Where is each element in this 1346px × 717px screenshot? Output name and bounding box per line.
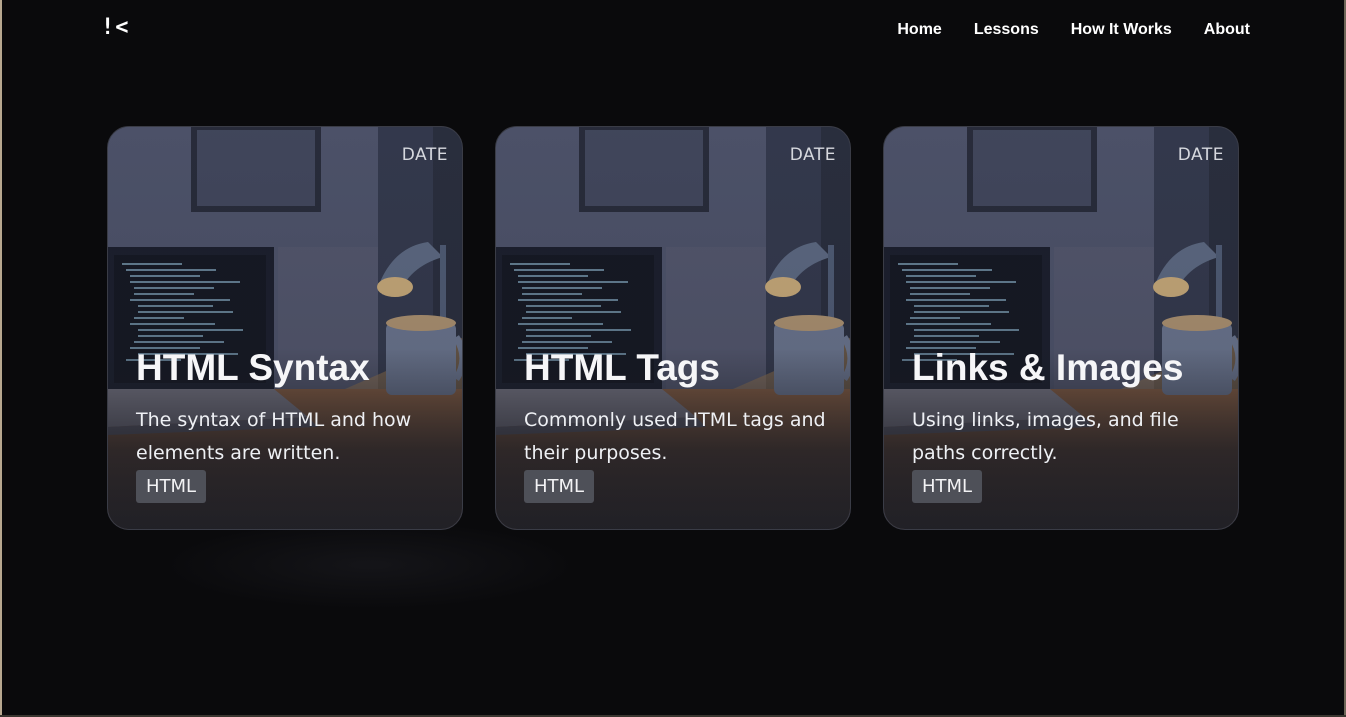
card-tag[interactable]: HTML xyxy=(912,470,983,503)
card-title: HTML Syntax xyxy=(136,347,370,388)
card-date: DATE xyxy=(401,145,448,165)
card-title: Links & Images xyxy=(912,347,1184,388)
card-tag[interactable]: HTML xyxy=(524,470,595,503)
lesson-card-html-syntax[interactable]: DATE HTML Syntax The syntax of HTML and … xyxy=(107,126,463,530)
site-logo[interactable]: !< xyxy=(101,15,130,40)
lesson-card-html-tags[interactable]: DATE HTML Tags Commonly used HTML tags a… xyxy=(495,126,851,530)
window-border-left xyxy=(0,0,2,717)
card-date: DATE xyxy=(789,145,836,165)
card-date: DATE xyxy=(1177,145,1224,165)
nav-link-lessons[interactable]: Lessons xyxy=(974,21,1039,39)
navbar: !< Home Lessons How It Works About xyxy=(0,0,1346,62)
card-description: Commonly used HTML tags and their purpos… xyxy=(524,409,826,464)
nav-link-home[interactable]: Home xyxy=(897,21,941,39)
background-glow xyxy=(160,520,580,610)
card-description: Using links, images, and file paths corr… xyxy=(912,409,1179,464)
card-tag[interactable]: HTML xyxy=(136,470,207,503)
card-description: The syntax of HTML and how elements are … xyxy=(136,409,412,464)
lesson-card-links-images[interactable]: DATE Links & Images Using links, images,… xyxy=(883,126,1239,530)
nav-link-about[interactable]: About xyxy=(1204,21,1250,39)
nav-links: Home Lessons How It Works About xyxy=(897,21,1250,39)
card-title: HTML Tags xyxy=(524,347,720,388)
lesson-cards: DATE HTML Syntax The syntax of HTML and … xyxy=(107,126,1239,530)
nav-link-how-it-works[interactable]: How It Works xyxy=(1071,21,1172,39)
